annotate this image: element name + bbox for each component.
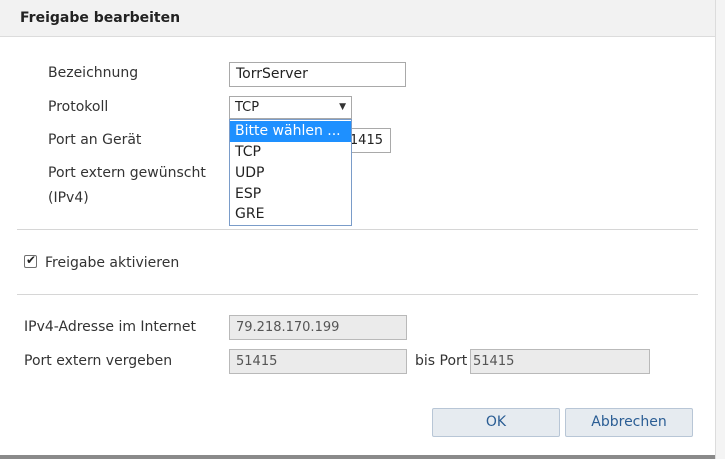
protocol-label: Protokoll [48, 99, 109, 115]
device-port-label: Port an Gerät [48, 132, 142, 148]
ok-button[interactable]: OK [432, 408, 560, 437]
protocol-option-udp[interactable]: UDP [230, 163, 351, 184]
window-edge [715, 0, 725, 459]
protocol-option-gre[interactable]: GRE [230, 204, 351, 225]
ipv4-address-field: 79.218.170.199 [229, 315, 407, 340]
assigned-port-to-field: 51415 [470, 349, 650, 374]
checkmark-icon: ✔ [26, 253, 37, 267]
assigned-port-from-field: 51415 [229, 349, 407, 374]
section-divider [17, 229, 698, 230]
protocol-option-esp[interactable]: ESP [230, 184, 351, 205]
dialog-header: Freigabe bearbeiten [0, 0, 715, 37]
protocol-dropdown-list: Bitte wählen ... TCP UDP ESP GRE [229, 119, 352, 226]
cancel-button[interactable]: Abbrechen [565, 408, 693, 437]
activate-share-label: Freigabe aktivieren [45, 255, 180, 271]
external-port-wanted-label: Port extern gewünscht [48, 165, 206, 181]
window-bottom-edge [0, 455, 715, 459]
ipv4-address-label: IPv4-Adresse im Internet [24, 319, 197, 335]
name-input[interactable]: TorrServer [229, 62, 406, 87]
activate-share-checkbox[interactable]: ✔ [24, 253, 37, 268]
protocol-option-please-choose[interactable]: Bitte wählen ... [230, 121, 351, 142]
external-port-wanted-label-ipv4: (IPv4) [48, 190, 89, 206]
protocol-select[interactable]: TCP ▼ [229, 96, 352, 119]
section-divider [17, 294, 698, 295]
to-port-label: bis Port [415, 353, 468, 369]
protocol-select-value: TCP [235, 100, 260, 115]
dialog-title: Freigabe bearbeiten [20, 10, 181, 26]
name-label: Bezeichnung [48, 65, 139, 81]
chevron-down-icon: ▼ [339, 102, 346, 112]
device-port-value: 1415 [349, 133, 383, 148]
edit-share-dialog: Freigabe bearbeiten Bezeichnung TorrServ… [0, 0, 725, 459]
assigned-port-label: Port extern vergeben [24, 353, 173, 369]
protocol-option-tcp[interactable]: TCP [230, 142, 351, 163]
